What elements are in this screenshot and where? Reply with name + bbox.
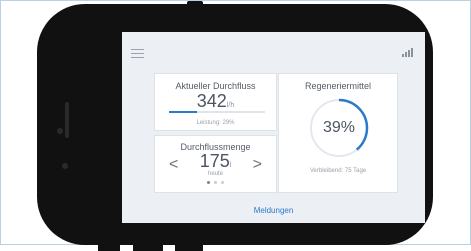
power-button: [187, 1, 203, 7]
volume-unit: l: [229, 162, 232, 169]
messages-link[interactable]: Meldungen: [122, 206, 425, 215]
phone-device: Aktueller Durchfluss 342l/h Leistung: 29…: [37, 1, 433, 251]
power-progress-bar: [169, 111, 265, 113]
flow-volume-card: Durchflussmenge < 175l > heute: [154, 135, 277, 193]
regenerant-card[interactable]: Regeneriermittel 39% Verbleibend: 75 Tag…: [278, 73, 398, 193]
regenerant-percent: 39%: [322, 119, 356, 136]
regenerant-title: Regeneriermittel: [304, 81, 372, 91]
volume-button: [98, 245, 120, 251]
page-dot[interactable]: [214, 181, 217, 184]
volume-number: 175: [199, 151, 230, 171]
current-flow-title: Aktueller Durchfluss: [175, 81, 256, 91]
power-progress-fill: [169, 111, 197, 113]
page-indicator: [155, 181, 276, 184]
regenerant-gauge: 39%: [307, 96, 371, 160]
front-camera: [57, 128, 63, 134]
flow-unit: l/h: [226, 102, 235, 109]
hamburger-menu-icon[interactable]: [131, 49, 144, 61]
current-flow-value: 342l/h: [155, 91, 276, 112]
period-label: heute: [207, 171, 223, 177]
current-flow-card[interactable]: Aktueller Durchfluss 342l/h Leistung: 29…: [154, 73, 277, 131]
proximity-sensor: [62, 163, 68, 169]
page-dot[interactable]: [221, 181, 224, 184]
page-dot[interactable]: [207, 181, 210, 184]
volume-down-button: [175, 245, 203, 251]
volume-up-button: [133, 245, 163, 251]
app-screen: Aktueller Durchfluss 342l/h Leistung: 29…: [122, 32, 425, 223]
power-label: Leistung: 29%: [196, 120, 235, 126]
flow-number: 342: [196, 91, 227, 111]
earpiece-speaker: [65, 102, 69, 138]
remaining-days-label: Verbleibend: 75 Tage: [309, 168, 367, 174]
signal-strength-icon: [402, 48, 414, 57]
